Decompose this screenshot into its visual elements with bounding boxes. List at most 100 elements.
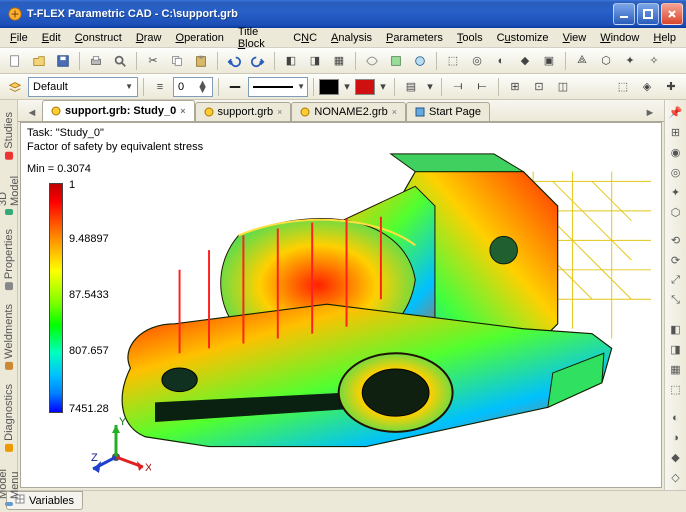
render-button[interactable] (385, 50, 407, 72)
copy-button[interactable] (166, 50, 188, 72)
weight-spinner[interactable]: 0 ▲▼ (173, 77, 213, 97)
tab-close-icon[interactable]: × (180, 106, 185, 116)
rt-7-button[interactable]: ⟳ (667, 252, 685, 269)
rt-3-button[interactable]: ◎ (667, 164, 685, 181)
menu-help[interactable]: Help (647, 30, 682, 46)
save-button[interactable] (52, 50, 74, 72)
menu-cnc[interactable]: CNC (287, 30, 323, 46)
toolbar-layers: Default ▼ ≡ 0 ▲▼ ▼ ▾ ▾ ▤ ▾ ⟞ ⟝ ⊞ ⊡ ◫ ⬚ ◈… (0, 74, 686, 100)
document-tabs: ◄ support.grb: Study_0 × support.grb × N… (18, 100, 664, 122)
hatch-button[interactable]: ▤ (400, 76, 422, 98)
misc-10-button[interactable]: ⊞ (504, 76, 526, 98)
misc-4-button[interactable]: ◆ (514, 50, 536, 72)
rt-2-button[interactable]: ◉ (667, 144, 685, 161)
color-swatch-black[interactable] (319, 79, 339, 95)
doc-tab-noname[interactable]: NONAME2.grb × (291, 102, 406, 121)
lineweight-icon[interactable]: ≡ (149, 76, 171, 98)
menu-customize[interactable]: Customize (491, 30, 555, 46)
hatch-dropdown[interactable]: ▾ (424, 76, 436, 98)
layer-combo[interactable]: Default ▼ (28, 77, 138, 97)
rt-6-button[interactable]: ⟲ (667, 232, 685, 249)
misc-12-button[interactable]: ◫ (552, 76, 574, 98)
doc-tab-startpage[interactable]: Start Page (406, 102, 490, 121)
misc-15-button[interactable]: ✚ (660, 76, 682, 98)
shade-button[interactable] (409, 50, 431, 72)
misc-13-button[interactable]: ⬚ (612, 76, 634, 98)
minimize-button[interactable] (613, 3, 635, 25)
menu-titleblock[interactable]: Title Block (232, 24, 285, 52)
color-red-dropdown[interactable]: ▾ (377, 76, 389, 98)
menu-construct[interactable]: Construct (69, 30, 128, 46)
linetype-combo[interactable]: ▼ (248, 77, 308, 97)
left-tab-weldments[interactable]: Weldments (1, 298, 17, 376)
viewport-canvas[interactable]: Task: "Study_0" Factor of safety by equi… (20, 122, 662, 488)
tab-nav-left[interactable]: ◄ (24, 105, 40, 121)
tab-close-icon[interactable]: × (277, 107, 282, 117)
rt-4-button[interactable]: ✦ (667, 184, 685, 201)
misc-7-button[interactable]: ⬡ (595, 50, 617, 72)
tab-nav-right[interactable]: ► (642, 105, 658, 121)
toggle-b-button[interactable]: ◨ (304, 50, 326, 72)
rt-12-button[interactable]: ▦ (667, 361, 685, 378)
legend-gradient (49, 183, 63, 413)
rt-11-button[interactable]: ◨ (667, 341, 685, 358)
menu-window[interactable]: Window (594, 30, 645, 46)
misc-2-button[interactable]: ◎ (466, 50, 488, 72)
preview-button[interactable] (109, 50, 131, 72)
rt-8-button[interactable]: ⤢ (667, 272, 685, 289)
toggle-c-button[interactable]: ▦ (328, 50, 350, 72)
menu-draw[interactable]: Draw (130, 30, 168, 46)
print-button[interactable] (85, 50, 107, 72)
undo-button[interactable] (223, 50, 245, 72)
maximize-button[interactable] (637, 3, 659, 25)
menu-parameters[interactable]: Parameters (380, 30, 449, 46)
left-tab-diagnostics[interactable]: Diagnostics (1, 378, 17, 458)
misc-6-button[interactable]: ⟁ (571, 50, 593, 72)
weight-value: 0 (178, 81, 184, 93)
menu-file[interactable]: File (4, 30, 34, 46)
new-button[interactable] (4, 50, 26, 72)
rt-14-button[interactable]: ◐ (667, 409, 685, 426)
rt-9-button[interactable]: ⤡ (667, 292, 685, 309)
tab-close-icon[interactable]: × (392, 107, 397, 117)
endcap-b-button[interactable]: ⟝ (471, 76, 493, 98)
toggle-a-button[interactable]: ◧ (280, 50, 302, 72)
misc-14-button[interactable]: ◈ (636, 76, 658, 98)
menu-analysis[interactable]: Analysis (325, 30, 378, 46)
redo-button[interactable] (247, 50, 269, 72)
misc-8-button[interactable]: ✦ (619, 50, 641, 72)
rt-15-button[interactable]: ◑ (667, 429, 685, 446)
color-swatch-red[interactable] (355, 79, 375, 95)
menu-view[interactable]: View (557, 30, 593, 46)
rt-17-button[interactable]: ◇ (667, 469, 685, 486)
misc-11-button[interactable]: ⊡ (528, 76, 550, 98)
mesh-button[interactable] (361, 50, 383, 72)
misc-3-button[interactable]: ◐ (490, 50, 512, 72)
open-button[interactable] (28, 50, 50, 72)
rt-5-button[interactable]: ⬡ (667, 204, 685, 221)
endcap-a-button[interactable]: ⟞ (447, 76, 469, 98)
menu-edit[interactable]: Edit (36, 30, 67, 46)
doc-tab-study[interactable]: support.grb: Study_0 × (42, 100, 195, 121)
left-tab-studies[interactable]: Studies (1, 106, 17, 166)
rt-16-button[interactable]: ◆ (667, 449, 685, 466)
rt-10-button[interactable]: ◧ (667, 321, 685, 338)
rt-1-button[interactable]: ⊞ (667, 124, 685, 141)
left-tab-properties[interactable]: Properties (1, 223, 17, 296)
rt-13-button[interactable]: ⬚ (667, 381, 685, 398)
right-toolbar: 📌 ⊞ ◉ ◎ ✦ ⬡ ⟲ ⟳ ⤢ ⤡ ◧ ◨ ▦ ⬚ ◐ ◑ ◆ ◇ (664, 100, 686, 490)
misc-1-button[interactable]: ⬚ (442, 50, 464, 72)
close-button[interactable] (661, 3, 683, 25)
layer-icon[interactable] (4, 76, 26, 98)
paste-button[interactable] (190, 50, 212, 72)
linetype-button[interactable] (224, 76, 246, 98)
doc-tab-support[interactable]: support.grb × (195, 102, 292, 121)
pushpin-icon[interactable]: 📌 (667, 104, 685, 121)
menu-tools[interactable]: Tools (451, 30, 489, 46)
color-black-dropdown[interactable]: ▾ (341, 76, 353, 98)
cut-button[interactable]: ✂ (142, 50, 164, 72)
misc-5-button[interactable]: ▣ (538, 50, 560, 72)
legend-tick: 1 (69, 179, 75, 191)
menu-operation[interactable]: Operation (170, 30, 230, 46)
misc-9-button[interactable]: ✧ (643, 50, 665, 72)
